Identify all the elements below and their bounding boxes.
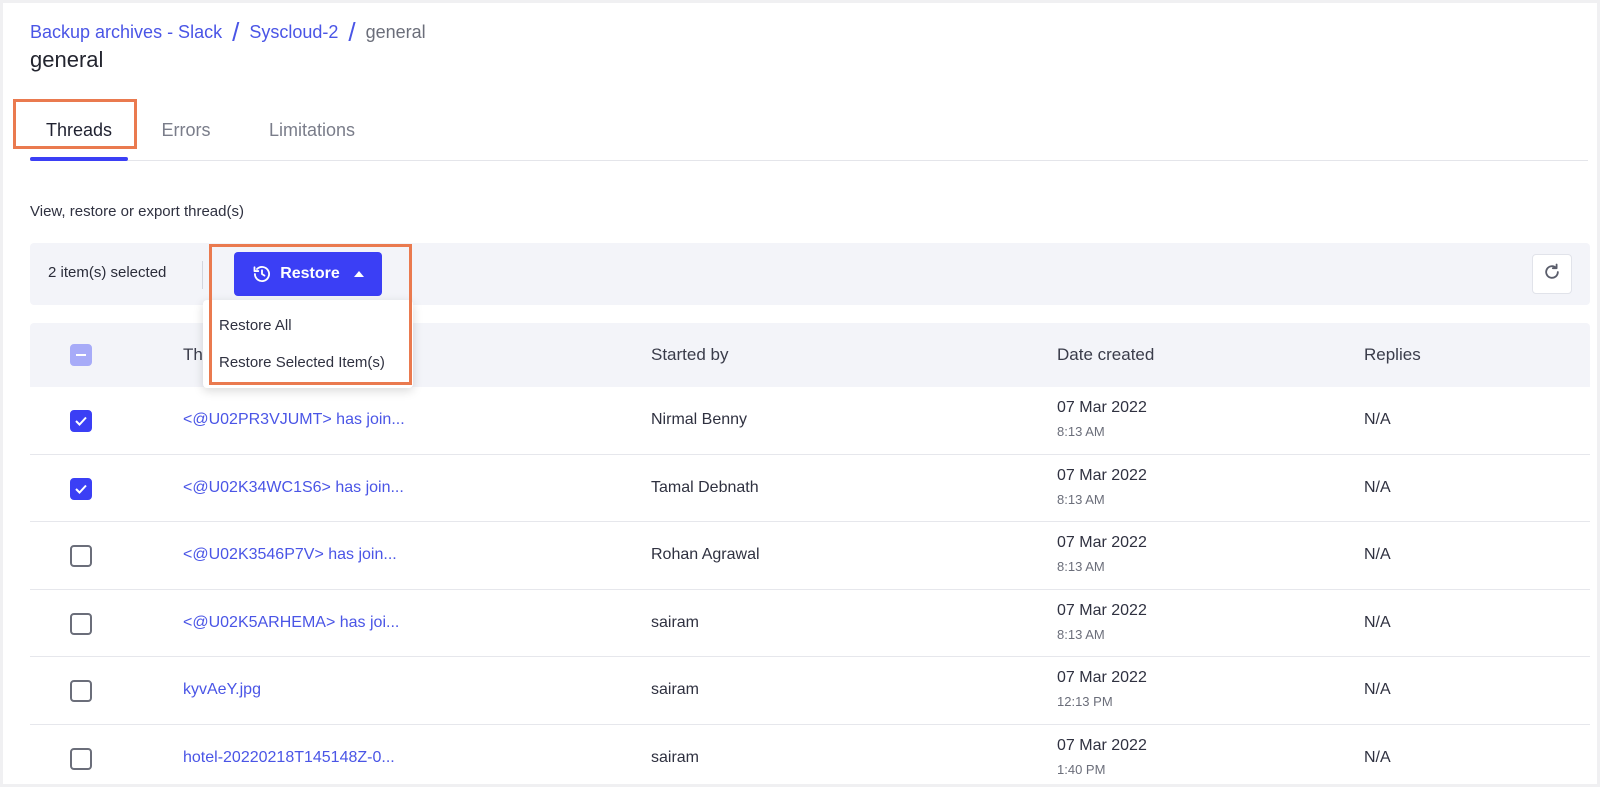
column-header-date-created[interactable]: Date created (1057, 345, 1154, 365)
breadcrumb-current: general (365, 21, 426, 42)
date-created: 07 Mar 2022 (1057, 534, 1147, 552)
row-checkbox[interactable] (70, 477, 92, 500)
page-title: general (30, 47, 104, 72)
refresh-icon (1542, 262, 1562, 287)
started-by: Nirmal Benny (651, 411, 748, 428)
tab-errors[interactable]: Errors (148, 99, 224, 161)
select-all-checkbox[interactable] (70, 344, 92, 366)
active-tab-indicator (30, 157, 128, 161)
date-created: 07 Mar 2022 (1057, 669, 1147, 687)
app-frame: Backup archives - Slack / Syscloud-2 / g… (3, 3, 1597, 784)
minus-icon (76, 354, 86, 356)
row-checkbox[interactable] (70, 410, 92, 432)
started-by: sairam (651, 748, 700, 766)
check-icon (75, 484, 87, 494)
column-header-replies[interactable]: Replies (1364, 345, 1421, 365)
restore-button[interactable]: Restore (234, 252, 382, 296)
selection-toolbar: 2 item(s) selected Restore (30, 243, 1590, 305)
table-row: <@U02PR3VJUMT> has join... Nirmal Benny … (30, 387, 1590, 455)
replies: N/A (1364, 478, 1391, 496)
tab-limitations[interactable]: Limitations (244, 99, 380, 161)
column-header-started-by[interactable]: Started by (651, 345, 729, 365)
replies: N/A (1364, 613, 1391, 631)
threads-tab-highlight (13, 99, 137, 149)
date-created: 07 Mar 2022 (1057, 399, 1147, 416)
breadcrumb-separator: / (348, 17, 356, 47)
table-row: hotel-20220218T145148Z-0... sairam 07 Ma… (30, 725, 1590, 784)
menu-item-restore-all[interactable]: Restore All (219, 317, 292, 334)
started-by: sairam (651, 613, 700, 631)
replies: N/A (1364, 748, 1391, 766)
row-checkbox[interactable] (70, 747, 92, 770)
section-subtitle: View, restore or export thread(s) (30, 203, 244, 220)
toolbar-divider (202, 261, 203, 289)
started-by: Rohan Agrawal (651, 546, 760, 564)
table-row: kyvAeY.jpg sairam 07 Mar 2022 12:13 PM N… (30, 657, 1590, 725)
refresh-button[interactable] (1532, 254, 1572, 294)
breadcrumb-link-backup-archives[interactable]: Backup archives - Slack (30, 22, 222, 43)
breadcrumb-separator: / (232, 17, 240, 47)
breadcrumb-link-syscloud[interactable]: Syscloud-2 (249, 22, 338, 43)
row-checkbox[interactable] (70, 612, 92, 635)
column-header-thread[interactable]: Th (183, 345, 203, 365)
menu-item-restore-selected[interactable]: Restore Selected Item(s) (219, 354, 385, 371)
started-by: sairam (651, 681, 700, 699)
breadcrumb: Backup archives - Slack / Syscloud-2 / g… (30, 19, 426, 45)
thread-link[interactable]: kyvAeY.jpg (183, 681, 261, 699)
thread-link[interactable]: <@U02K34WC1S6> has join... (183, 479, 404, 497)
thread-link[interactable]: <@U02K5ARHEMA> has joi... (183, 614, 399, 632)
table-row: <@U02K34WC1S6> has join... Tamal Debnath… (30, 455, 1590, 523)
restore-button-label: Restore (280, 265, 340, 282)
replies: N/A (1364, 681, 1391, 699)
restore-dropdown-menu: Restore All Restore Selected Item(s) (203, 300, 413, 388)
history-icon (252, 264, 272, 284)
table-row: <@U02K5ARHEMA> has joi... sairam 07 Mar … (30, 590, 1590, 658)
date-created: 07 Mar 2022 (1057, 466, 1147, 484)
time-created: 12:13 PM (1057, 694, 1113, 710)
time-created: 8:13 AM (1057, 491, 1105, 507)
caret-up-icon (353, 271, 364, 277)
selected-count: 2 item(s) selected (48, 264, 167, 281)
thread-link[interactable]: <@U02K3546P7V> has join... (183, 546, 397, 564)
check-icon (75, 416, 87, 426)
threads-table: Th Started by Date created Replies <@U02… (30, 323, 1590, 784)
tab-bar: Threads Errors Limitations (30, 99, 1588, 161)
replies: N/A (1364, 411, 1391, 428)
thread-link[interactable]: <@U02PR3VJUMT> has join... (183, 411, 405, 429)
time-created: 8:13 AM (1057, 559, 1105, 575)
time-created: 1:40 PM (1057, 761, 1106, 777)
table-row: <@U02K3546P7V> has join... Rohan Agrawal… (30, 522, 1590, 590)
started-by: Tamal Debnath (651, 478, 759, 496)
time-created: 8:13 AM (1057, 626, 1105, 642)
row-checkbox[interactable] (70, 680, 92, 703)
replies: N/A (1364, 546, 1391, 564)
date-created: 07 Mar 2022 (1057, 736, 1147, 754)
date-created: 07 Mar 2022 (1057, 601, 1147, 619)
thread-link[interactable]: hotel-20220218T145148Z-0... (183, 749, 395, 767)
row-checkbox[interactable] (70, 545, 92, 568)
time-created: 8:13 AM (1057, 424, 1105, 439)
